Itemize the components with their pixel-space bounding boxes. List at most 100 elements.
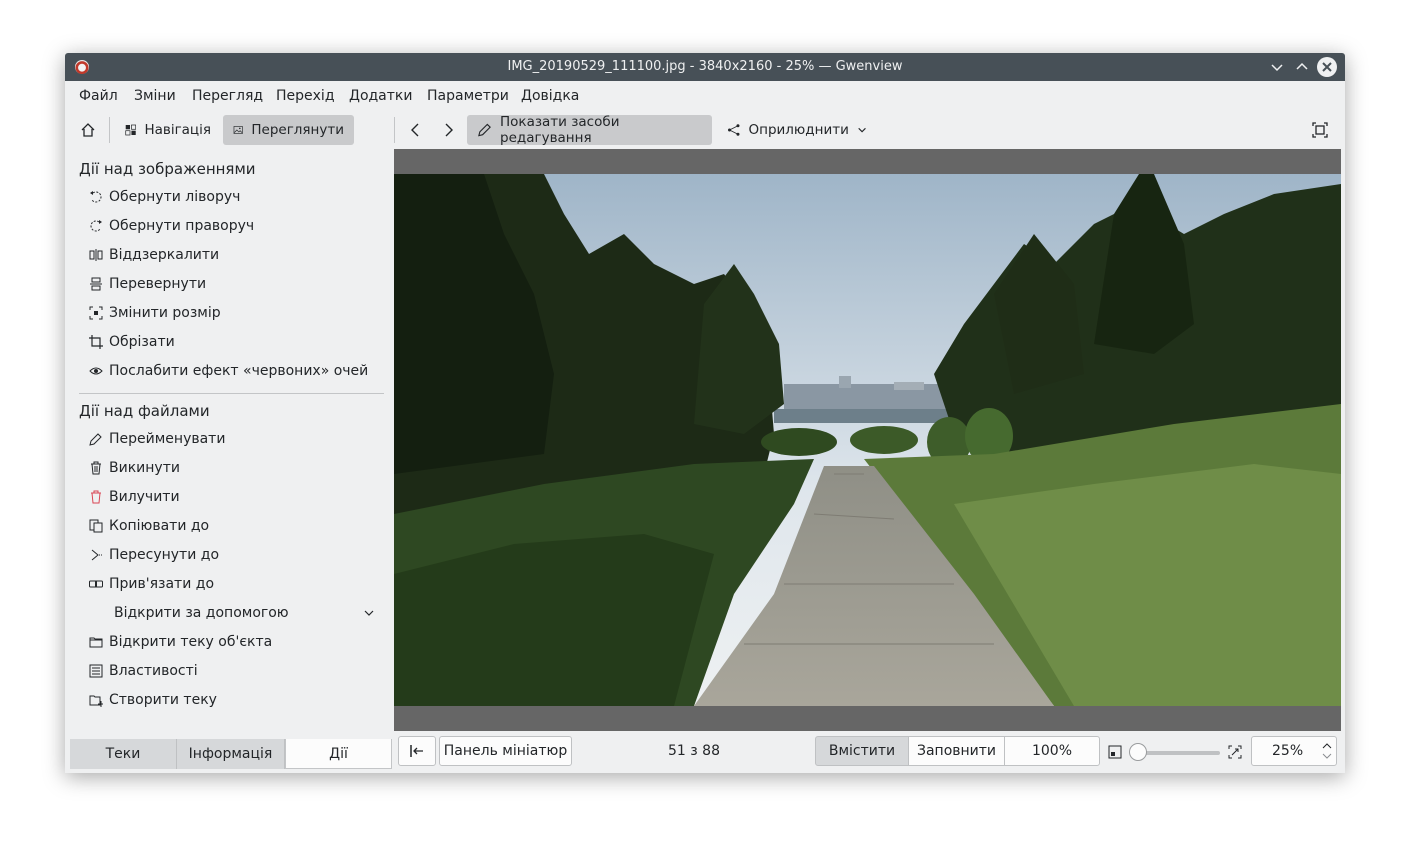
chevron-left-icon — [411, 123, 419, 137]
rotate-right-icon — [89, 219, 103, 233]
flip-icon — [89, 277, 103, 291]
mirror-icon — [89, 248, 103, 262]
menu-settings[interactable]: Параметри — [427, 88, 509, 104]
folder-icon — [89, 635, 103, 649]
menu-bar: Файл Зміни Перегляд Перехід Додатки Пара… — [65, 81, 1345, 111]
action-label: Властивості — [109, 663, 198, 679]
spin-arrows-icon — [1322, 743, 1332, 759]
pencil-icon — [478, 123, 491, 137]
view-button[interactable]: Переглянути — [223, 115, 354, 145]
menu-go[interactable]: Перехід — [276, 88, 335, 104]
new-folder-icon — [89, 693, 103, 707]
next-button[interactable] — [434, 115, 464, 145]
move-to-action[interactable]: Пересунути до — [89, 544, 219, 566]
rotate-right-action[interactable]: Обернути праворуч — [89, 215, 254, 237]
main-toolbar: Навігація Переглянути Показати засоби ре… — [65, 111, 1345, 149]
eye-icon — [89, 364, 103, 378]
action-label: Обрізати — [109, 334, 175, 350]
rename-action[interactable]: Перейменувати — [89, 428, 225, 450]
zoom-spinbox[interactable]: 25% — [1251, 736, 1337, 766]
action-label: Змінити розмір — [109, 305, 221, 321]
close-button[interactable] — [1317, 57, 1337, 77]
share-button[interactable]: Оприлюднити — [717, 115, 877, 145]
tab-information[interactable]: Інформація — [177, 739, 285, 769]
navigation-label: Навігація — [144, 122, 211, 138]
share-icon — [728, 124, 740, 136]
sidebar: Дії над зображеннями Обернути ліворуч Об… — [65, 149, 394, 740]
tab-folders[interactable]: Теки — [70, 739, 177, 769]
thumbnail-panel-button[interactable]: Панель мініатюр — [439, 736, 572, 766]
title-bar[interactable]: IMG_20190529_111100.jpg - 3840x2160 - 25… — [65, 53, 1345, 81]
chevron-right-icon — [445, 123, 453, 137]
menu-help[interactable]: Довідка — [521, 88, 579, 104]
home-button[interactable] — [73, 115, 103, 145]
crop-icon — [89, 335, 103, 349]
park-path-photo — [394, 174, 1341, 706]
link-to-action[interactable]: Прив'язати до — [89, 573, 214, 595]
rotate-left-action[interactable]: Обернути ліворуч — [89, 186, 240, 208]
red-eye-action[interactable]: Послабити ефект «червоних» очей — [89, 360, 368, 382]
action-label: Створити теку — [109, 692, 217, 708]
action-label: Обернути праворуч — [109, 218, 255, 234]
properties-action[interactable]: Властивості — [89, 660, 198, 682]
create-folder-action[interactable]: Створити теку — [89, 689, 217, 711]
zoom-out-icon[interactable] — [1108, 745, 1122, 763]
action-label: Відкрити теку об'єкта — [109, 634, 273, 650]
action-label: Пересунути до — [109, 547, 220, 563]
toolbar-separator — [109, 117, 110, 143]
status-bar: Панель мініатюр 51 з 88 Вмістити Заповни… — [394, 731, 1345, 773]
fullscreen-icon — [1312, 122, 1328, 138]
chevron-down-icon — [858, 127, 866, 133]
home-icon — [81, 123, 95, 137]
menu-plugins[interactable]: Додатки — [349, 88, 412, 104]
action-label: Викинути — [109, 460, 180, 476]
maximize-button[interactable] — [1292, 57, 1312, 77]
link-icon — [89, 577, 103, 591]
mirror-action[interactable]: Віддзеркалити — [89, 244, 219, 266]
action-label: Обернути ліворуч — [109, 189, 241, 205]
action-label: Послабити ефект «червоних» очей — [109, 363, 369, 379]
action-label: Перевернути — [109, 276, 207, 292]
trash-action[interactable]: Викинути — [89, 457, 180, 479]
zoom-value: 25% — [1272, 743, 1304, 759]
menu-view[interactable]: Перегляд — [192, 88, 263, 104]
menu-file[interactable]: Файл — [79, 88, 118, 104]
flip-action[interactable]: Перевернути — [89, 273, 206, 295]
properties-icon — [89, 664, 103, 678]
resize-action[interactable]: Змінити розмір — [89, 302, 221, 324]
navigation-button[interactable]: Навігація — [115, 115, 221, 145]
toggle-sidebar-button[interactable] — [398, 736, 436, 766]
minimize-button[interactable] — [1267, 57, 1287, 77]
open-with-action[interactable]: Відкрити за допомогою — [114, 602, 376, 624]
action-label: Перейменувати — [109, 431, 226, 447]
file-actions-title: Дії над файлами — [79, 402, 210, 420]
tab-actions[interactable]: Дії — [285, 739, 392, 769]
pencil-icon — [89, 432, 103, 446]
copy-to-action[interactable]: Копіювати до — [89, 515, 209, 537]
menu-edit[interactable]: Зміни — [134, 88, 176, 104]
chevron-down-icon — [362, 606, 376, 620]
previous-button[interactable] — [400, 115, 430, 145]
move-icon — [89, 548, 103, 562]
action-label: Відкрити за допомогою — [114, 605, 289, 621]
copy-icon — [89, 519, 103, 533]
open-folder-action[interactable]: Відкрити теку об'єкта — [89, 631, 272, 653]
edit-tools-label: Показати засоби редагування — [500, 114, 620, 146]
view-label: Переглянути — [251, 122, 344, 138]
crop-action[interactable]: Обрізати — [89, 331, 175, 353]
trash-icon — [89, 461, 103, 475]
image-icon — [233, 126, 243, 134]
fullscreen-button[interactable] — [1305, 115, 1335, 145]
show-edit-tools-button[interactable]: Показати засоби редагування — [467, 114, 712, 146]
image-viewer[interactable] — [394, 149, 1341, 731]
action-label: Віддзеркалити — [109, 247, 220, 263]
delete-action[interactable]: Вилучити — [89, 486, 180, 508]
fit-button[interactable]: Вмістити — [815, 736, 909, 766]
actual-size-button[interactable]: 100% — [1004, 736, 1100, 766]
action-label: Вилучити — [109, 489, 180, 505]
share-label: Оприлюднити — [748, 122, 849, 138]
fill-button[interactable]: Заповнити — [908, 736, 1005, 766]
zoom-slider-knob[interactable] — [1129, 743, 1147, 761]
zoom-in-icon[interactable] — [1228, 745, 1242, 763]
toolbar-separator — [394, 117, 395, 143]
